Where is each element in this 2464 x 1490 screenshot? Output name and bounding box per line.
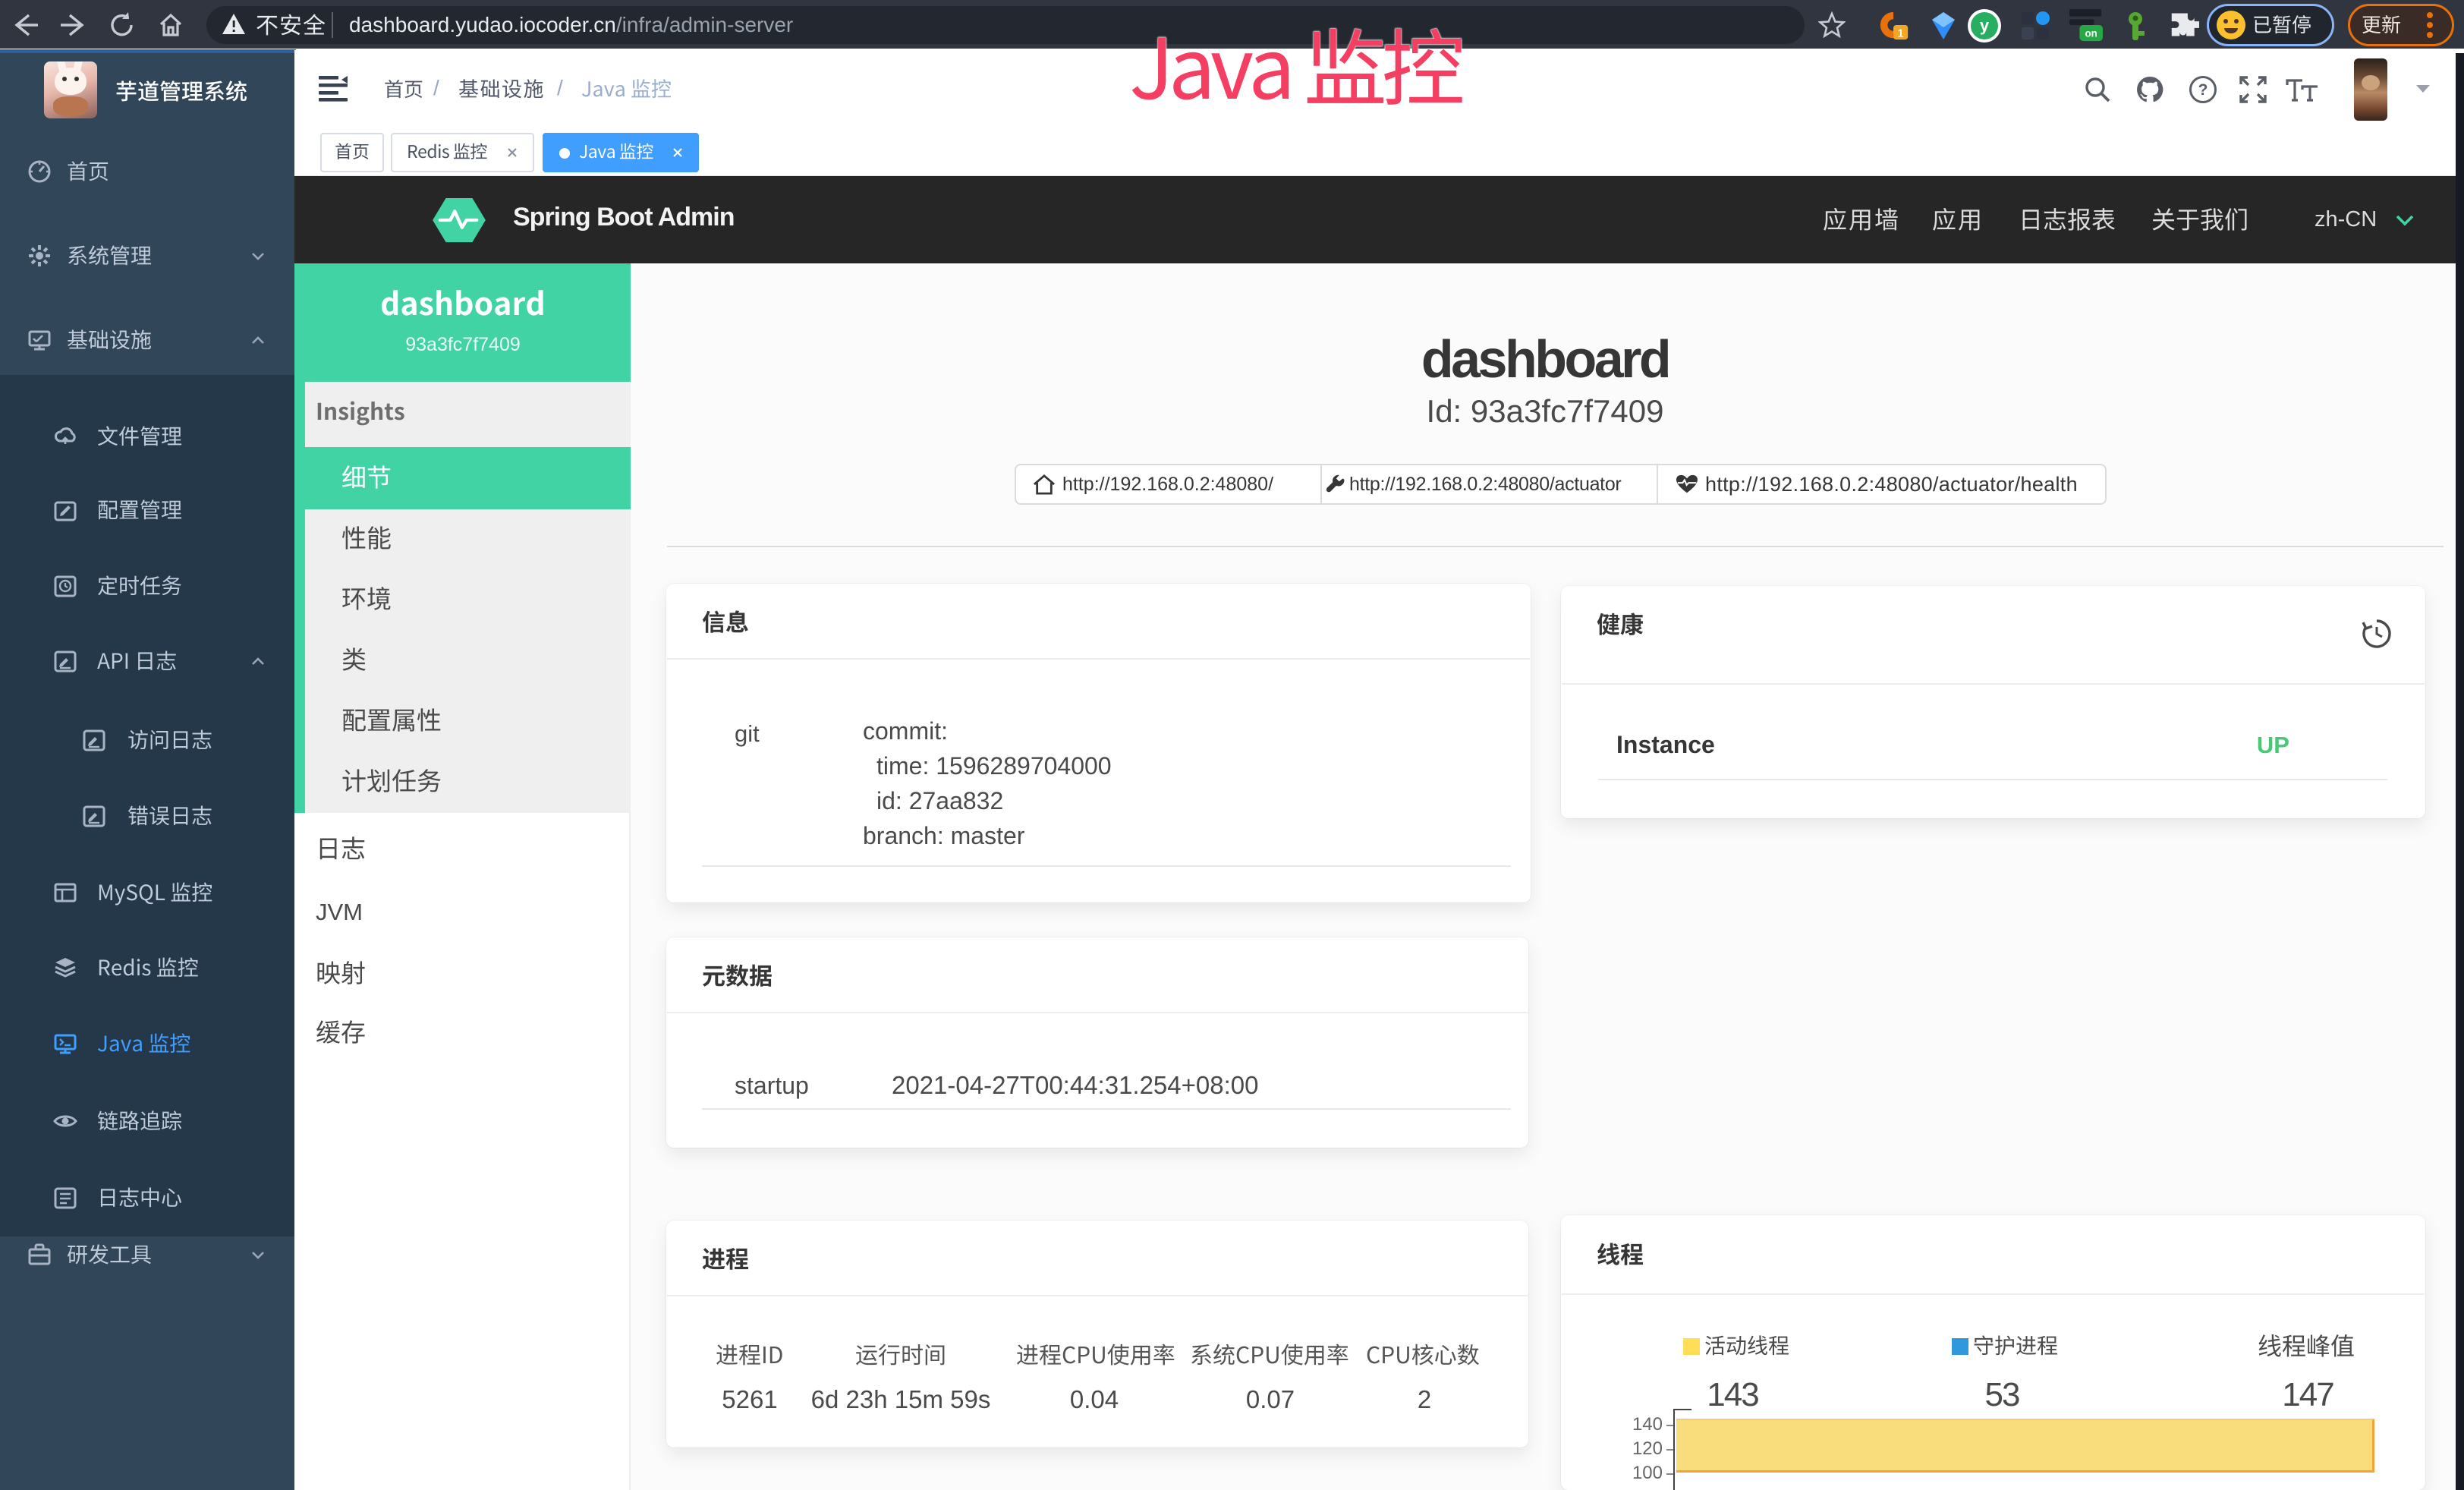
- svg-text:?: ?: [2198, 81, 2208, 99]
- svg-text:on: on: [2085, 27, 2097, 39]
- svg-text:y: y: [1980, 16, 1990, 35]
- svg-text:1: 1: [1898, 27, 1904, 39]
